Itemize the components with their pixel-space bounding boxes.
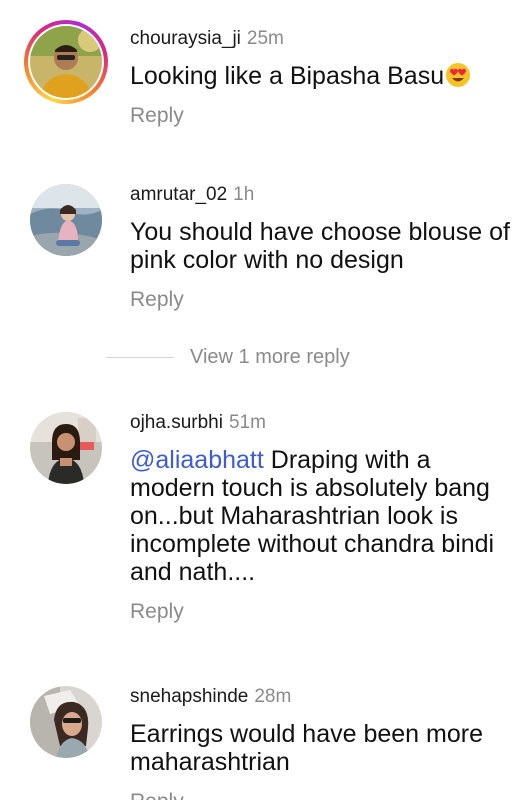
- comments-screen: chouraysia_ji 25m Looking like a Bipasha …: [0, 0, 528, 800]
- view-more-replies-label[interactable]: View 1 more reply: [190, 346, 350, 369]
- heart-eyes-emoji-icon: [446, 63, 471, 87]
- comment-time: 25m: [246, 28, 284, 49]
- comment-username[interactable]: ojha.surbhi: [130, 412, 223, 433]
- comment-text: @aliaabhatt Draping with a modern touch …: [130, 446, 495, 586]
- comment-username[interactable]: snehapshinde: [130, 686, 248, 707]
- avatar[interactable]: [30, 26, 102, 98]
- comment-text: Looking like a Bipasha Basu: [130, 62, 520, 90]
- avatar[interactable]: [30, 412, 102, 484]
- reply-button[interactable]: Reply: [130, 288, 184, 312]
- reply-button[interactable]: Reply: [130, 790, 184, 800]
- comment-time: 28m: [254, 686, 292, 707]
- reply-button[interactable]: Reply: [130, 600, 184, 624]
- avatar[interactable]: [30, 686, 102, 758]
- divider-line: [106, 356, 174, 358]
- comment-text: Earrings would have been more maharashtr…: [130, 720, 483, 776]
- mention-link[interactable]: @aliaabhatt: [130, 446, 264, 474]
- avatar[interactable]: [30, 184, 102, 256]
- comment-time: 1h: [233, 184, 255, 205]
- story-ring[interactable]: [24, 20, 108, 104]
- comment-time: 51m: [228, 412, 266, 433]
- reply-button[interactable]: Reply: [130, 104, 184, 128]
- comment-username[interactable]: chouraysia_ji: [130, 28, 241, 49]
- view-more-replies[interactable]: View 1 more reply: [106, 345, 350, 369]
- comment-text: You should have choose blouse of pink co…: [130, 218, 510, 274]
- comment-username[interactable]: amrutar_02: [130, 184, 227, 205]
